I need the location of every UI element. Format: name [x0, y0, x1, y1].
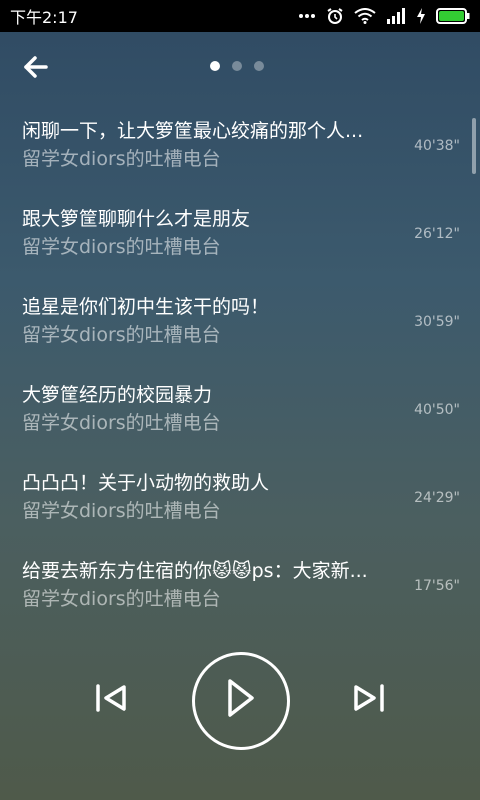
scrollbar[interactable] [472, 118, 476, 174]
page-dot-1 [210, 61, 220, 71]
wifi-icon [354, 8, 376, 24]
episode-subtitle: 留学女diors的吐槽电台 [22, 500, 221, 522]
list-item[interactable]: 闲聊一下，让大箩筐最心绞痛的那个人... 留学女diors的吐槽电台 40'38… [0, 110, 480, 198]
skip-previous-icon [96, 684, 126, 712]
episode-title: 凸凸凸！关于小动物的救助人 [22, 472, 270, 494]
episode-list: 闲聊一下，让大箩筐最心绞痛的那个人... 留学女diors的吐槽电台 40'38… [0, 110, 480, 638]
arrow-left-icon [24, 56, 48, 78]
page-dot-3 [254, 61, 264, 71]
charging-icon [416, 8, 426, 24]
skip-next-icon [354, 684, 384, 712]
episode-duration: 40'38" [414, 138, 460, 154]
episode-title: 闲聊一下，让大箩筐最心绞痛的那个人... [22, 120, 364, 142]
episode-subtitle: 留学女diors的吐槽电台 [22, 148, 221, 170]
back-button[interactable] [20, 52, 56, 82]
status-time: 下午2:17 [10, 8, 78, 27]
header [0, 32, 480, 102]
list-item[interactable]: 跟大箩筐聊聊什么才是朋友 留学女diors的吐槽电台 26'12" [0, 198, 480, 286]
episode-subtitle: 留学女diors的吐槽电台 [22, 324, 221, 346]
next-button[interactable] [348, 680, 388, 716]
list-item[interactable]: 大箩筐经历的校园暴力 留学女diors的吐槽电台 40'50" [0, 374, 480, 462]
list-item[interactable]: 凸凸凸！关于小动物的救助人 留学女diors的吐槽电台 24'29" [0, 462, 480, 550]
previous-button[interactable] [92, 680, 132, 716]
episode-subtitle: 留学女diors的吐槽电台 [22, 236, 221, 258]
page-indicator [210, 61, 264, 71]
alarm-icon [326, 7, 344, 25]
episode-duration: 40'50" [414, 402, 460, 418]
episode-subtitle: 留学女diors的吐槽电台 [22, 412, 221, 434]
status-icons [298, 7, 470, 25]
episode-title: 追星是你们初中生该干的吗！ [22, 296, 270, 318]
episode-duration: 17'56" [414, 578, 460, 594]
episode-title: 大箩筐经历的校园暴力 [22, 384, 213, 406]
episode-duration: 26'12" [414, 226, 460, 242]
more-dots-icon [298, 13, 316, 19]
status-bar: 下午2:17 [0, 0, 480, 32]
episode-duration: 30'59" [414, 314, 460, 330]
battery-icon [436, 8, 470, 24]
signal-icon [386, 8, 406, 24]
episode-title: 给要去新东方住宿的你😾😾ps：大家新... [22, 560, 368, 582]
playback-controls [0, 650, 480, 750]
episode-title: 跟大箩筐聊聊什么才是朋友 [22, 208, 251, 230]
list-item[interactable]: 追星是你们初中生该干的吗！ 留学女diors的吐槽电台 30'59" [0, 286, 480, 374]
list-item[interactable]: 给要去新东方住宿的你😾😾ps：大家新... 留学女diors的吐槽电台 17'5… [0, 550, 480, 638]
page-dot-2 [232, 61, 242, 71]
episode-subtitle: 留学女diors的吐槽电台 [22, 588, 221, 610]
play-button[interactable] [192, 652, 290, 750]
episode-duration: 24'29" [414, 490, 460, 506]
play-icon [228, 679, 254, 717]
